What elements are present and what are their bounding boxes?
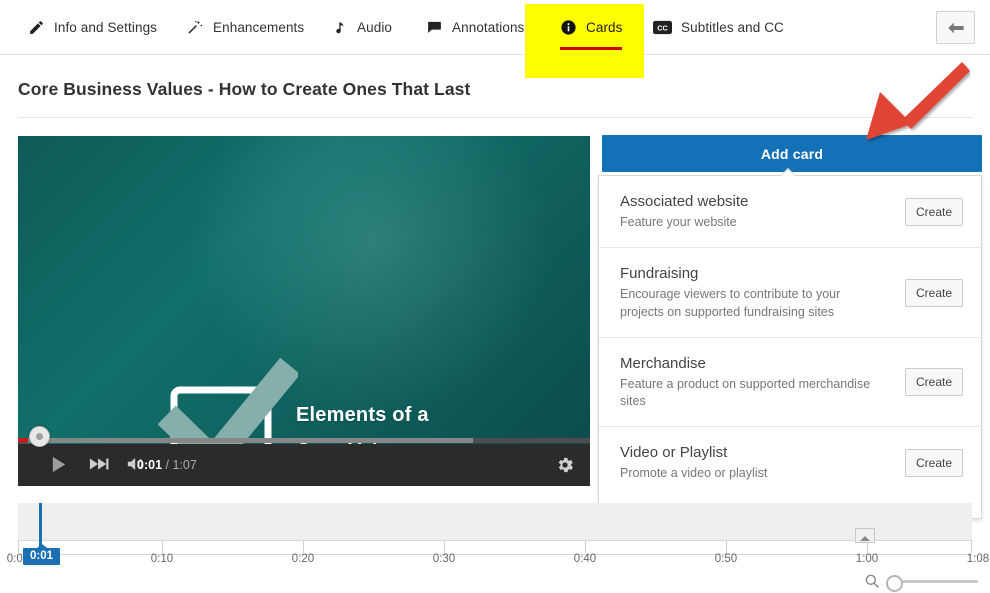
tab-label: Enhancements <box>213 19 305 35</box>
timeline-scroll-handle[interactable] <box>855 528 875 543</box>
current-time: 0:01 <box>137 458 163 472</box>
create-button[interactable]: Create <box>905 448 963 477</box>
timeline-zoom-control[interactable] <box>864 573 978 592</box>
card-option-merchandise[interactable]: Merchandise Feature a product on support… <box>599 336 981 427</box>
timeline-tick-label: 0:50 <box>714 553 738 565</box>
card-option-subtitle: Encourage viewers to contribute to your … <box>620 287 841 319</box>
timeline-tick <box>971 540 972 553</box>
card-option-subtitle: Promote a video or playlist <box>620 466 768 481</box>
timeline-tick-label: 0:20 <box>291 553 315 565</box>
add-card-dropdown: Associated website Feature your website … <box>598 175 982 519</box>
zoom-slider[interactable] <box>886 574 978 592</box>
tab-audio[interactable]: Audio <box>330 0 394 54</box>
slide-line-1: Elements of a <box>296 404 429 426</box>
tab-subtitles-and-cc[interactable]: CC Subtitles and CC <box>651 0 786 54</box>
tab-info-and-settings[interactable]: Info and Settings <box>26 0 159 54</box>
timeline-tick-label: 1:08 <box>966 553 990 565</box>
card-timeline: 0:00 0:10 0:20 0:30 0:40 0:50 1:00 1:08 … <box>0 503 990 593</box>
tab-label: Subtitles and CC <box>681 19 784 35</box>
tab-enhancements[interactable]: Enhancements <box>185 0 306 54</box>
create-button[interactable]: Create <box>905 197 963 226</box>
music-note-icon <box>332 19 348 36</box>
dropdown-caret <box>779 167 797 176</box>
card-option-fundraising[interactable]: Fundraising Encourage viewers to contrib… <box>599 247 981 337</box>
svg-text:CC: CC <box>657 23 668 32</box>
next-track-button[interactable] <box>89 456 109 472</box>
tab-label: Annotations <box>452 19 525 35</box>
back-arrow-icon <box>947 21 965 35</box>
card-option-video-or-playlist[interactable]: Video or Playlist Promote a video or pla… <box>599 426 981 498</box>
tab-cards[interactable]: Cards <box>558 0 625 54</box>
timeline-tick-label: 0:40 <box>573 553 597 565</box>
info-circle-icon <box>560 19 577 36</box>
settings-gear-button[interactable] <box>555 455 575 475</box>
progress-loaded <box>18 438 473 443</box>
title-divider <box>18 117 972 118</box>
add-card-label: Add card <box>760 145 824 162</box>
editor-tab-bar: Info and Settings Enhancements Audio Ann… <box>0 0 990 78</box>
back-button[interactable] <box>936 11 975 44</box>
tab-label: Cards <box>586 19 623 35</box>
video-player[interactable]: Elements of a Core Value <box>18 136 590 486</box>
progress-bar[interactable] <box>18 426 590 447</box>
timeline-track[interactable] <box>18 503 972 541</box>
player-controls: 0:01 / 1:07 <box>18 426 590 486</box>
speech-bubble-icon <box>426 19 443 36</box>
card-option-subtitle: Feature a product on supported merchandi… <box>620 376 871 408</box>
magic-wand-icon <box>187 19 204 36</box>
timeline-tick <box>585 540 586 553</box>
card-option-subtitle: Feature your website <box>620 215 737 229</box>
play-button[interactable] <box>49 455 68 474</box>
card-option-associated-website[interactable]: Associated website Feature your website … <box>599 176 981 247</box>
tab-annotations[interactable]: Annotations <box>424 0 526 54</box>
timeline-tick-label: 0:30 <box>432 553 456 565</box>
timeline-tick <box>444 540 445 553</box>
duration: 1:07 <box>172 458 197 472</box>
timeline-tick <box>162 540 163 553</box>
timeline-tick <box>18 540 19 553</box>
playhead-time-badge: 0:01 <box>23 544 61 565</box>
magnifier-icon <box>864 573 880 589</box>
progress-scrubber-handle[interactable] <box>29 426 50 447</box>
progress-played <box>18 438 28 443</box>
timeline-tick <box>726 540 727 553</box>
cc-icon: CC <box>653 20 672 35</box>
create-button[interactable]: Create <box>905 278 963 307</box>
zoom-slider-handle[interactable] <box>886 574 903 592</box>
page-title: Core Business Values - How to Create One… <box>18 79 471 99</box>
tab-label: Audio <box>357 19 393 35</box>
timeline-tick-label: 1:00 <box>855 553 879 565</box>
timeline-tick-label: 0:10 <box>150 553 174 565</box>
tab-label: Info and Settings <box>54 19 158 35</box>
pencil-icon <box>28 19 45 36</box>
time-separator: / <box>162 458 173 472</box>
annotation-arrow-icon <box>866 62 970 140</box>
active-tab-underline <box>560 47 623 50</box>
time-display: 0:01 / 1:07 <box>137 458 197 472</box>
create-button[interactable]: Create <box>905 368 963 396</box>
timeline-tick <box>303 540 304 553</box>
